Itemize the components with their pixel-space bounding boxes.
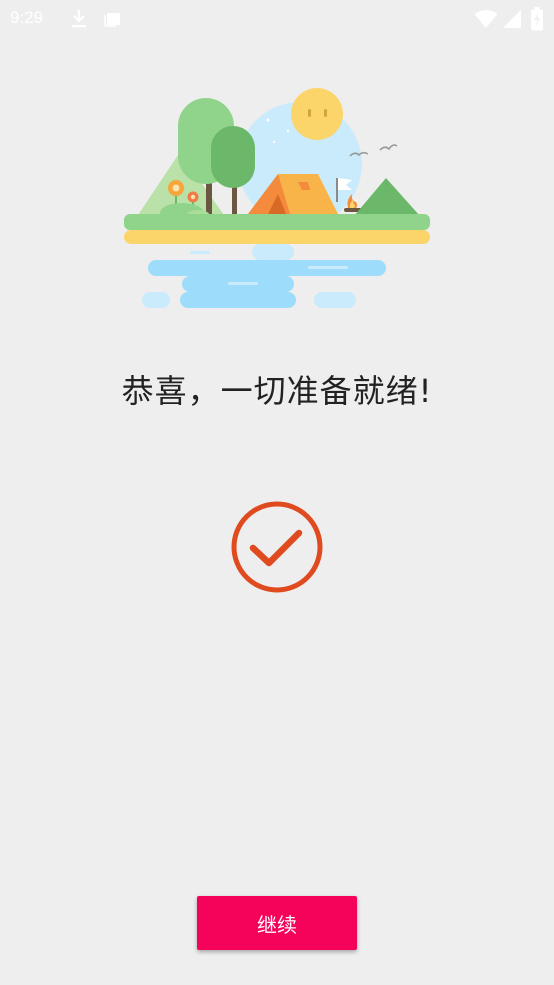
- status-bar: 9:29: [0, 0, 554, 38]
- page-title: 恭喜，一切准备就绪!: [121, 372, 433, 410]
- signal-icon: [503, 10, 521, 28]
- camping-scene-illustration: [124, 88, 430, 308]
- continue-button[interactable]: 继续: [197, 896, 357, 950]
- wifi-icon: [474, 10, 498, 28]
- check-circle-icon: [231, 501, 323, 593]
- success-status: [229, 500, 325, 596]
- status-time: 9:29: [10, 8, 44, 27]
- download-icon: [72, 10, 86, 28]
- image-icon: [104, 13, 120, 27]
- battery-icon: [531, 7, 543, 31]
